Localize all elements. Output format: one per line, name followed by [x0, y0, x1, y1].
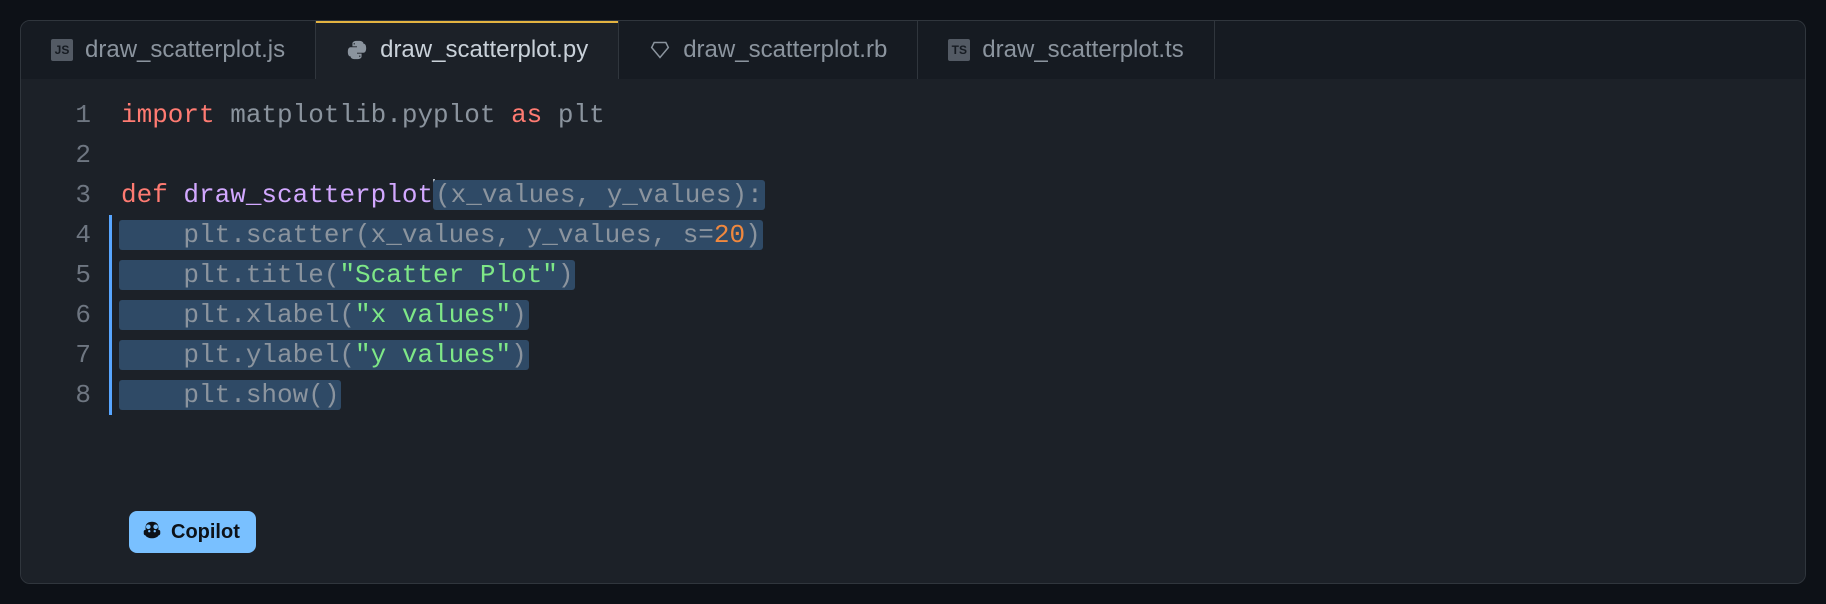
code-line[interactable]: 1 import matplotlib.pyplot as plt [21, 95, 1805, 135]
copilot-label: Copilot [171, 522, 240, 542]
copilot-suggestion[interactable]: plt.ylabel("y values") [119, 340, 529, 370]
copilot-badge[interactable]: Copilot [129, 511, 256, 553]
code-line[interactable]: 5 plt.title("Scatter Plot") [21, 255, 1805, 295]
line-number: 2 [21, 135, 111, 175]
tab-rb[interactable]: draw_scatterplot.rb [619, 21, 918, 79]
code-line[interactable]: 3 def draw_scatterplot(x_values, y_value… [21, 175, 1805, 215]
python-file-icon [346, 39, 368, 61]
editor-frame: JS draw_scatterplot.js draw_scatterplot.… [20, 20, 1806, 584]
copilot-suggestion[interactable]: plt.scatter(x_values, y_values, s=20) [119, 220, 763, 250]
code-line[interactable]: 2 [21, 135, 1805, 175]
copilot-suggestion[interactable]: plt.xlabel("x values") [119, 300, 529, 330]
keyword: def [121, 180, 168, 210]
tab-label: draw_scatterplot.js [85, 36, 285, 64]
ts-file-icon: TS [948, 39, 970, 61]
code-line[interactable]: 8 plt.show() [21, 375, 1805, 415]
line-number: 6 [21, 295, 111, 335]
copilot-suggestion[interactable]: plt.show() [119, 380, 341, 410]
code-text: matplotlib.pyplot [215, 100, 511, 130]
line-number: 3 [21, 175, 111, 215]
copilot-suggestion[interactable]: plt.title("Scatter Plot") [119, 260, 575, 290]
function-name: draw_scatterplot [168, 180, 433, 210]
editor-body[interactable]: 1 import matplotlib.pyplot as plt 2 3 de… [21, 79, 1805, 583]
tab-label: draw_scatterplot.rb [683, 36, 887, 64]
keyword: import [121, 100, 215, 130]
line-number: 4 [21, 215, 111, 255]
code-line[interactable]: 6 plt.xlabel("x values") [21, 295, 1805, 335]
tab-label: draw_scatterplot.py [380, 36, 588, 64]
ruby-file-icon [649, 39, 671, 61]
keyword: as [511, 100, 542, 130]
copilot-suggestion[interactable]: (x_values, y_values): [433, 180, 765, 210]
code-text: plt [542, 100, 604, 130]
line-number: 5 [21, 255, 111, 295]
line-number: 8 [21, 375, 111, 415]
code-line[interactable]: 4 plt.scatter(x_values, y_values, s=20) [21, 215, 1805, 255]
js-file-icon: JS [51, 39, 73, 61]
tab-ts[interactable]: TS draw_scatterplot.ts [918, 21, 1214, 79]
code-line[interactable]: 7 plt.ylabel("y values") [21, 335, 1805, 375]
line-number: 7 [21, 335, 111, 375]
copilot-icon [141, 519, 163, 545]
tab-py[interactable]: draw_scatterplot.py [316, 21, 619, 79]
tab-bar: JS draw_scatterplot.js draw_scatterplot.… [21, 21, 1805, 79]
tab-js[interactable]: JS draw_scatterplot.js [21, 21, 316, 79]
line-number: 1 [21, 95, 111, 135]
tab-label: draw_scatterplot.ts [982, 36, 1183, 64]
